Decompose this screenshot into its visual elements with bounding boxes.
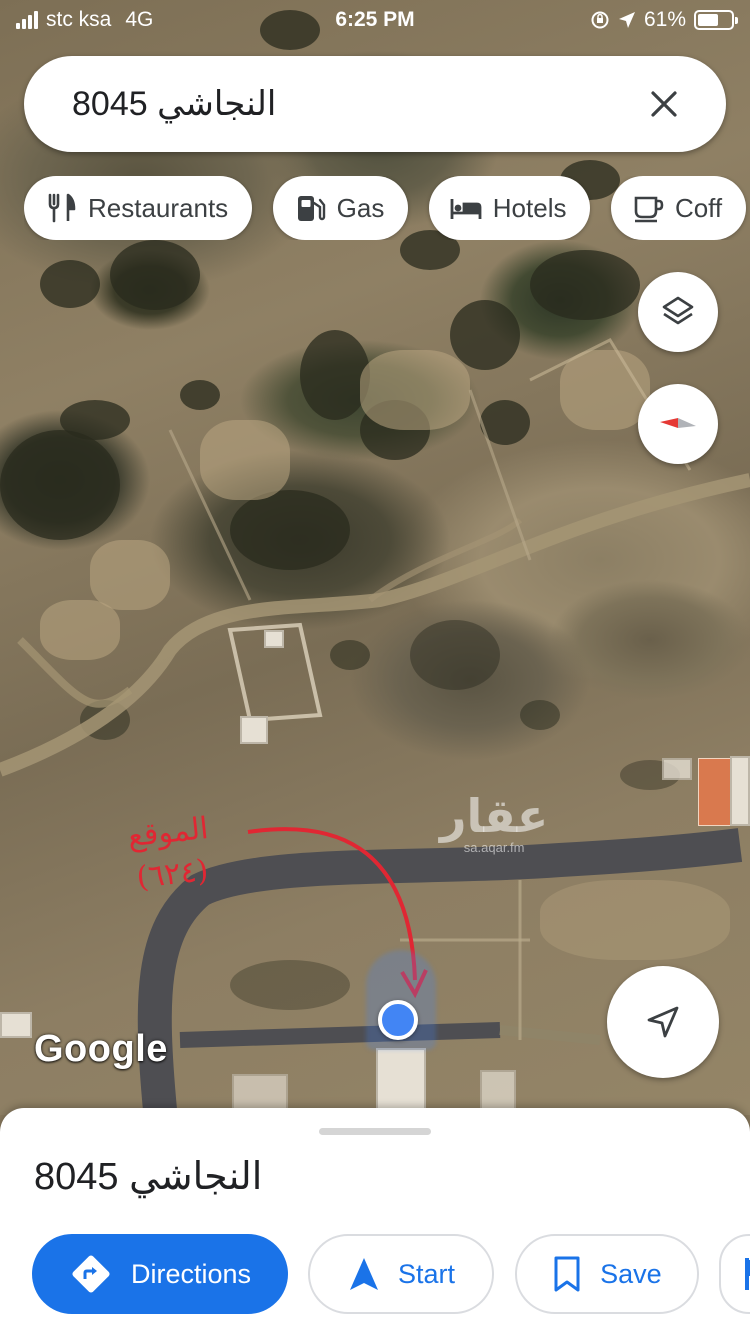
more-action-button[interactable] xyxy=(719,1234,750,1314)
start-label: Start xyxy=(397,1258,455,1289)
navigation-arrow-icon xyxy=(647,1006,679,1038)
location-dot[interactable] xyxy=(378,1000,418,1040)
directions-button[interactable]: Directions xyxy=(32,1234,288,1314)
location-services-icon xyxy=(618,12,635,28)
chip-restaurants[interactable]: Restaurants xyxy=(24,176,253,240)
chip-hotels[interactable]: Hotels xyxy=(428,176,591,240)
annotation-line-2: (٦٢٤) xyxy=(134,853,210,896)
category-chips: Restaurants Gas Hotels Coff xyxy=(24,176,750,240)
start-button[interactable]: Start xyxy=(308,1234,495,1314)
google-logo: Google xyxy=(34,1028,168,1070)
layers-button[interactable] xyxy=(638,272,718,352)
battery-icon xyxy=(694,10,738,30)
directions-label: Directions xyxy=(130,1258,252,1289)
action-buttons: Directions Start Save xyxy=(32,1234,750,1314)
bookmark-icon xyxy=(554,1256,580,1292)
annotation-label: الموقع (٦٢٤) xyxy=(126,808,215,900)
flag-icon xyxy=(745,1258,750,1290)
satellite-map[interactable]: عقار sa.aqar.fm الموقع (٦٢٤) Google xyxy=(0,0,750,1115)
gas-pump-icon xyxy=(297,196,325,221)
chip-label: Restaurants xyxy=(88,192,229,223)
rotation-lock-icon xyxy=(591,11,609,29)
search-query[interactable]: 8045 النجاشي xyxy=(72,84,642,124)
compass-icon xyxy=(660,418,696,428)
chip-label: Coff xyxy=(674,192,723,223)
sheet-drag-handle[interactable] xyxy=(319,1128,431,1135)
navigation-start-icon xyxy=(349,1258,378,1290)
my-location-button[interactable] xyxy=(607,966,719,1078)
directions-icon xyxy=(72,1255,110,1293)
chip-gas[interactable]: Gas xyxy=(272,176,409,240)
close-icon xyxy=(651,91,677,117)
place-sheet[interactable]: 8045 النجاشي Directions Start Save xyxy=(0,1108,750,1333)
chip-label: Gas xyxy=(336,192,385,223)
coffee-cup-icon xyxy=(634,196,664,223)
bed-icon xyxy=(450,199,482,219)
chip-label: Hotels xyxy=(492,192,567,223)
layers-icon xyxy=(662,296,694,325)
save-button[interactable]: Save xyxy=(514,1234,699,1314)
battery-percent: 61% xyxy=(643,8,686,31)
place-title: 8045 النجاشي xyxy=(34,1156,263,1198)
compass-button[interactable] xyxy=(638,384,718,464)
close-button[interactable] xyxy=(642,82,686,126)
chip-coffee[interactable]: Coff xyxy=(610,176,747,240)
search-bar[interactable]: 8045 النجاشي xyxy=(24,56,726,152)
save-label: Save xyxy=(600,1258,662,1289)
battery-fill xyxy=(698,14,718,26)
fork-knife-icon xyxy=(48,193,76,223)
annotation-arrow xyxy=(247,827,428,999)
status-bar: stc ksa 4G 6:25 PM 61% xyxy=(0,0,750,40)
